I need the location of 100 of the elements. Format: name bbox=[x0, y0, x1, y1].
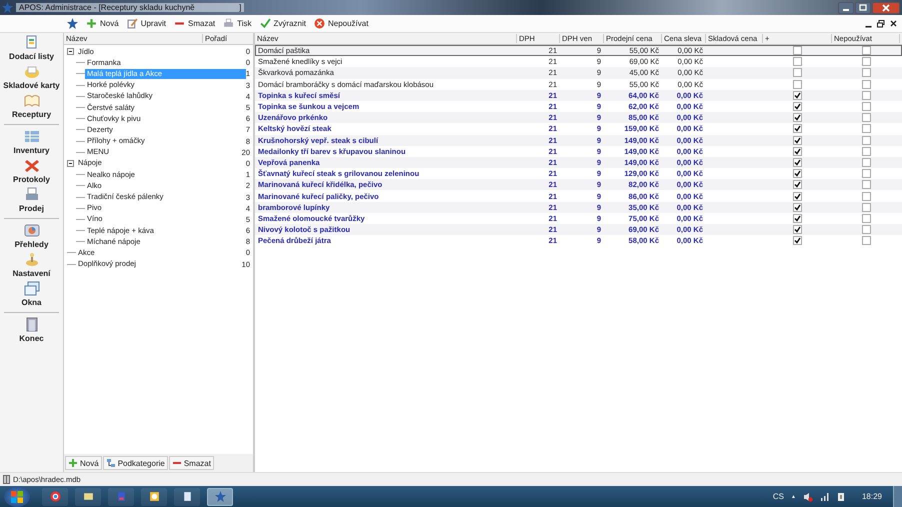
plus-icon bbox=[68, 458, 78, 468]
folder-icon bbox=[82, 491, 94, 502]
collapse-icon[interactable] bbox=[67, 48, 76, 56]
start-button[interactable] bbox=[4, 486, 30, 507]
printer-icon bbox=[223, 18, 234, 29]
checkbox[interactable] bbox=[862, 57, 870, 66]
checkbox[interactable] bbox=[793, 57, 802, 66]
checkbox[interactable] bbox=[793, 124, 802, 134]
toolbar-button[interactable]: Tisk bbox=[220, 18, 255, 29]
floppy-icon bbox=[116, 491, 126, 502]
checkbox[interactable] bbox=[793, 146, 802, 156]
speaker-muted-icon[interactable] bbox=[802, 492, 813, 502]
table-icon bbox=[24, 129, 40, 144]
check-icon bbox=[260, 18, 271, 29]
star-icon bbox=[214, 491, 226, 502]
chart-icon bbox=[24, 223, 40, 238]
taskbar-app[interactable] bbox=[141, 488, 167, 506]
maximize-button[interactable] bbox=[855, 2, 871, 14]
checkbox[interactable] bbox=[862, 136, 870, 145]
panel-button[interactable]: Podkategorie bbox=[102, 456, 168, 470]
close-button[interactable] bbox=[872, 2, 900, 14]
language-indicator[interactable]: CS bbox=[772, 492, 784, 501]
minimize-button[interactable] bbox=[838, 2, 854, 14]
maximize-icon bbox=[859, 4, 867, 11]
plus-icon bbox=[86, 18, 97, 29]
checkbox[interactable] bbox=[862, 192, 870, 201]
checkbox[interactable] bbox=[793, 102, 802, 112]
windows-icon bbox=[24, 281, 40, 296]
checkbox[interactable] bbox=[862, 68, 870, 78]
close-icon bbox=[882, 4, 890, 12]
sidebar-item[interactable]: Nastavení bbox=[0, 251, 63, 280]
checkbox[interactable] bbox=[793, 214, 802, 223]
edit-icon bbox=[126, 18, 138, 29]
sidebar-item[interactable]: Receptury bbox=[0, 92, 63, 121]
checkbox[interactable] bbox=[862, 46, 870, 56]
checkbox[interactable] bbox=[793, 192, 802, 201]
clock[interactable]: 18:29 bbox=[862, 492, 882, 501]
toolbar-button[interactable]: Nepoužívat bbox=[310, 18, 372, 29]
checkbox[interactable] bbox=[793, 80, 802, 89]
sidebar-item[interactable]: Protokoly bbox=[0, 157, 63, 186]
checkbox[interactable] bbox=[862, 124, 870, 134]
checkbox[interactable] bbox=[793, 113, 802, 122]
battery-icon[interactable] bbox=[836, 492, 845, 502]
cross-icon bbox=[24, 158, 40, 173]
sidebar-item[interactable]: Přehledy bbox=[0, 222, 63, 251]
toolbar-button[interactable]: Upravit bbox=[124, 18, 170, 29]
taskbar-app[interactable] bbox=[174, 488, 200, 506]
checkbox[interactable] bbox=[793, 236, 802, 246]
clock-icon bbox=[148, 491, 160, 502]
checkbox[interactable] bbox=[862, 102, 870, 112]
browser-icon bbox=[50, 491, 60, 502]
taskbar-app[interactable] bbox=[207, 488, 233, 506]
signal-icon[interactable] bbox=[820, 492, 830, 501]
taskbar-app[interactable] bbox=[75, 488, 101, 506]
close-icon[interactable] bbox=[890, 20, 897, 27]
checkbox[interactable] bbox=[862, 225, 870, 234]
checkbox[interactable] bbox=[793, 158, 802, 167]
book-icon bbox=[24, 93, 40, 108]
toolbar-button[interactable]: Smazat bbox=[171, 18, 218, 29]
checkbox[interactable] bbox=[862, 169, 870, 178]
checkbox[interactable] bbox=[793, 136, 802, 145]
checkbox[interactable] bbox=[862, 113, 870, 122]
checkbox[interactable] bbox=[793, 202, 802, 212]
sidebar-item[interactable]: Prodej bbox=[0, 186, 63, 215]
toolbar-button[interactable]: Nová bbox=[83, 18, 122, 29]
checkbox[interactable] bbox=[793, 225, 802, 234]
page-icon bbox=[182, 491, 192, 502]
collapse-icon[interactable] bbox=[67, 160, 76, 167]
restore-icon[interactable] bbox=[877, 20, 885, 28]
taskbar-app[interactable] bbox=[42, 488, 68, 506]
sidebar-item[interactable]: Konec bbox=[0, 316, 63, 345]
sidebar-item[interactable]: Skladové karty bbox=[0, 63, 63, 92]
checkbox[interactable] bbox=[862, 90, 870, 100]
panel-button[interactable]: Nová bbox=[65, 456, 102, 470]
checkbox[interactable] bbox=[862, 158, 870, 167]
subcategory-icon bbox=[106, 458, 116, 468]
windows-logo bbox=[9, 488, 25, 504]
sidebar-item[interactable]: Okna bbox=[0, 280, 63, 309]
checkbox[interactable] bbox=[793, 68, 802, 78]
star-icon bbox=[2, 2, 13, 13]
checkbox[interactable] bbox=[793, 90, 802, 100]
window-title: APOS: Administrace - [Receptury skladu kuchyně ] bbox=[16, 3, 244, 12]
checkbox[interactable] bbox=[862, 202, 870, 212]
door-icon bbox=[24, 317, 40, 332]
sidebar-item[interactable]: Inventury bbox=[0, 128, 63, 157]
checkbox[interactable] bbox=[793, 46, 802, 56]
star-icon bbox=[67, 18, 78, 29]
toolbar-icon[interactable] bbox=[64, 18, 81, 29]
sidebar-item[interactable]: Dodací listy bbox=[0, 34, 63, 63]
checkbox[interactable] bbox=[862, 80, 870, 89]
panel-button[interactable]: Smazat bbox=[168, 456, 214, 470]
database-icon bbox=[3, 475, 10, 484]
checkbox[interactable] bbox=[862, 146, 870, 156]
checkbox[interactable] bbox=[862, 214, 870, 223]
checkbox[interactable] bbox=[793, 169, 802, 178]
toolbar-button[interactable]: Zvýraznit bbox=[256, 18, 309, 29]
checkbox[interactable] bbox=[793, 180, 802, 190]
lamp-icon bbox=[24, 252, 40, 267]
checkbox[interactable] bbox=[862, 236, 870, 246]
checkbox[interactable] bbox=[862, 180, 870, 190]
